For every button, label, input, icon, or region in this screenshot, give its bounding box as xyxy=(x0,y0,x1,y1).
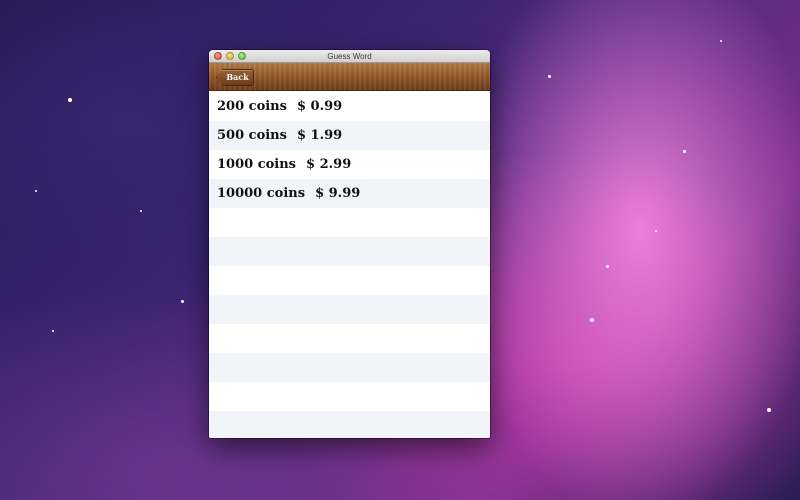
list-item[interactable]: 500 coins $ 1.99 xyxy=(209,121,490,150)
list-item[interactable]: 10000 coins $ 9.99 xyxy=(209,179,490,208)
empty-row xyxy=(209,237,490,266)
coins-label: 500 coins xyxy=(217,128,287,143)
list-item[interactable]: 1000 coins $ 2.99 xyxy=(209,150,490,179)
price-label: $ 1.99 xyxy=(296,128,343,143)
empty-row xyxy=(209,411,490,438)
price-label: $ 9.99 xyxy=(315,186,361,201)
empty-row xyxy=(209,382,490,411)
window-title: Guess Word xyxy=(327,52,372,61)
coins-label: 200 coins xyxy=(217,99,287,114)
list-item[interactable]: 200 coins $ 0.99 xyxy=(209,92,490,121)
empty-row xyxy=(209,324,490,353)
price-label: $ 0.99 xyxy=(296,99,343,114)
coins-label: 1000 coins xyxy=(217,157,297,172)
titlebar: Guess Word xyxy=(209,50,490,63)
empty-row xyxy=(209,266,490,295)
price-label: $ 2.99 xyxy=(306,157,352,172)
back-button[interactable]: Back xyxy=(216,69,254,86)
empty-row xyxy=(209,208,490,237)
toolbar: Back xyxy=(209,63,490,91)
coins-label: 10000 coins xyxy=(217,186,306,201)
app-window: Guess Word Back 200 coins $ 0.99 500 coin… xyxy=(209,50,490,438)
product-list: 200 coins $ 0.99 500 coins $ 1.99 1000 coi… xyxy=(209,92,490,438)
empty-row xyxy=(209,295,490,324)
empty-row xyxy=(209,353,490,382)
